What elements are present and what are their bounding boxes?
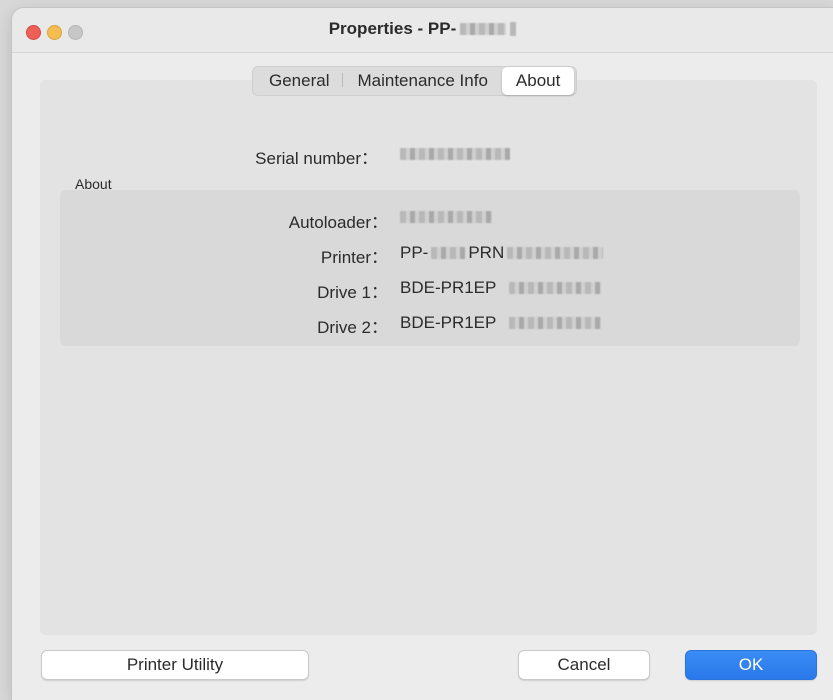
properties-window: Properties - PP- General Maintenance Inf… (12, 8, 833, 700)
autoloader-value (400, 208, 492, 223)
drive-2-label: Drive 2： (317, 318, 388, 337)
printer-row: Printer： PP- PRN (12, 243, 833, 267)
tab-bar: General Maintenance Info About (252, 66, 578, 96)
tab-general[interactable]: General (255, 67, 344, 95)
redacted-model-number (460, 23, 507, 35)
window-title: Properties - PP- (12, 19, 833, 39)
drive-2-firmware-redacted (509, 317, 602, 329)
cancel-button[interactable]: Cancel (518, 650, 650, 680)
drive-2-model: BDE-PR1EP (400, 313, 497, 332)
autoloader-version-redacted (400, 211, 492, 223)
autoloader-row: Autoloader： (12, 208, 833, 232)
drive-1-row: Drive 1： BDE-PR1EP (12, 278, 833, 302)
serial-number-label: Serial number： (255, 149, 378, 168)
printer-value: PP- PRN (400, 243, 604, 263)
tab-maintenance-info[interactable]: Maintenance Info (343, 67, 501, 95)
printer-label: Printer： (320, 248, 388, 267)
ok-button[interactable]: OK (685, 650, 817, 680)
printer-utility-button[interactable]: Printer Utility (41, 650, 309, 680)
redacted-model-suffix (510, 22, 517, 36)
drive-1-model: BDE-PR1EP (400, 278, 497, 297)
drive-2-row: Drive 2： BDE-PR1EP (12, 313, 833, 337)
title-bar[interactable]: Properties - PP- (12, 8, 833, 53)
printer-prn-text: PRN (468, 243, 505, 262)
serial-number-value-redacted (400, 148, 510, 160)
drive-1-label: Drive 1： (317, 283, 388, 302)
printer-model-prefix: PP- (400, 243, 429, 262)
drive-2-value: BDE-PR1EP (400, 313, 602, 333)
drive-1-value: BDE-PR1EP (400, 278, 602, 298)
window-title-text: Properties - PP- (328, 19, 457, 38)
printer-model-redacted (431, 247, 466, 259)
printer-firmware-redacted (507, 247, 604, 259)
tab-about[interactable]: About (501, 67, 575, 95)
serial-number-row: Serial number： (12, 144, 833, 168)
autoloader-label: Autoloader： (288, 213, 388, 232)
drive-1-firmware-redacted (509, 282, 602, 294)
